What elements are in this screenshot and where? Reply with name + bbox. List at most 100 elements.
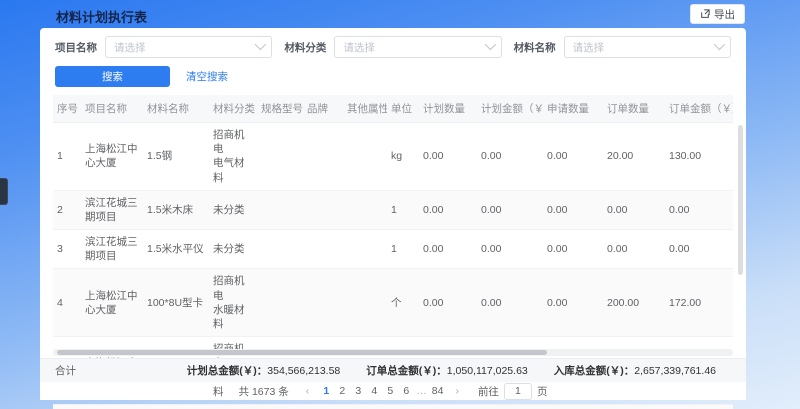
table-cell: kg — [387, 123, 419, 191]
table-cell: 0.00 — [419, 123, 477, 191]
table-cell: 0.00 — [477, 190, 543, 229]
page-button-2[interactable]: 2 — [334, 385, 350, 397]
table-cell: 未分类 — [209, 190, 257, 229]
next-page-button[interactable]: › — [450, 385, 464, 397]
column-header: 材料名称 — [143, 95, 209, 123]
export-button[interactable]: 导出 — [690, 4, 745, 24]
chevron-down-icon — [484, 38, 495, 49]
filter-select-1[interactable]: 请选择 — [334, 36, 501, 58]
table-row[interactable]: 1上海松江中心大厦1.5钢招商机电 电气材料kg0.000.000.0020.0… — [53, 123, 733, 191]
table-cell: 0.00 — [477, 269, 543, 337]
table-cell — [343, 230, 387, 269]
prev-page-button[interactable]: ‹ — [301, 385, 315, 397]
page-title: 材料计划执行表 — [56, 7, 147, 26]
sidebar-collapsed-handle[interactable] — [0, 178, 8, 205]
table-cell: 未分类 — [209, 230, 257, 269]
summary-row: 合计 计划总金额(￥)：354,566,213.58 订单总金额(￥)：1,050… — [40, 358, 746, 382]
filter-group-2: 材料名称 请选择 — [514, 36, 731, 58]
column-header: 序号 — [53, 95, 81, 123]
table-cell: 0.00 — [543, 230, 603, 269]
goto-suffix: 页 — [537, 384, 548, 399]
summary-item: 订单总金额(￥)：1,050,117,025.63 — [366, 363, 527, 378]
table-cell: 1 — [53, 123, 81, 191]
table-row[interactable]: 3滨江花城三期项目1.5米水平仪未分类10.000.000.000.000.00 — [53, 230, 733, 269]
export-button-label: 导出 — [714, 7, 735, 22]
table-cell — [343, 123, 387, 191]
table-row[interactable]: 6太空电梯-月球项目111网线11110.000.0022.0022.00118… — [53, 404, 733, 409]
table-cell — [257, 123, 303, 191]
vertical-scrollbar[interactable] — [738, 125, 743, 275]
export-icon — [700, 9, 710, 19]
column-header: 项目名称 — [81, 95, 143, 123]
table-cell: 0.00 — [665, 190, 733, 229]
filter-label: 项目名称 — [55, 40, 97, 55]
table-cell: 0.00 — [665, 230, 733, 269]
table-cell: 172.00 — [665, 269, 733, 337]
table-cell: 4 — [53, 269, 81, 337]
table-cell — [257, 269, 303, 337]
filter-label: 材料名称 — [514, 40, 556, 55]
summary-item-value: 1,050,117,025.63 — [447, 365, 528, 377]
select-placeholder: 请选择 — [573, 40, 605, 55]
table-cell: 网线 — [209, 404, 257, 409]
column-header: 计划金额（￥） — [477, 95, 543, 123]
summary-item: 计划总金额(￥)：354,566,213.58 — [187, 363, 341, 378]
table-cell: 1188.00 — [665, 404, 733, 409]
page-button-1[interactable]: 1 — [318, 385, 334, 397]
page-button-4[interactable]: 4 — [366, 385, 382, 397]
goto-page-input[interactable] — [504, 383, 532, 400]
table-cell: 0.00 — [419, 190, 477, 229]
table-cell: 上海松江中心大厦 — [81, 123, 143, 191]
column-header: 申请数量 — [543, 95, 603, 123]
table-cell: 22.00 — [603, 404, 665, 409]
filter-select-0[interactable]: 请选择 — [105, 36, 272, 58]
horizontal-scrollbar-track[interactable] — [53, 349, 733, 356]
filter-label: 材料分类 — [284, 40, 326, 55]
table-cell: 0.00 — [419, 230, 477, 269]
page-buttons: 123456…84 — [318, 385, 446, 397]
filter-select-2[interactable]: 请选择 — [564, 36, 731, 58]
table-cell — [303, 190, 343, 229]
table-header-row: 序号项目名称材料名称材料分类规格型号品牌其他属性单位计划数量计划金额（￥）申请数… — [53, 95, 733, 123]
page-ellipsis[interactable]: … — [414, 385, 429, 397]
table-cell: 太空电梯-月球项目 — [81, 404, 143, 409]
filter-group-0: 项目名称请选择 — [55, 36, 272, 58]
summary-label: 合计 — [55, 363, 76, 378]
table-row[interactable]: 2滨江花城三期项目1.5米木床未分类10.000.000.000.000.00 — [53, 190, 733, 229]
table-cell: 招商机电 水暖材料 — [209, 269, 257, 337]
column-header: 品牌 — [303, 95, 343, 123]
horizontal-scrollbar-thumb[interactable] — [57, 350, 547, 355]
table-cell — [257, 190, 303, 229]
table-row[interactable]: 4上海松江中心大厦100*8U型卡招商机电 水暖材料个0.000.000.002… — [53, 269, 733, 337]
page-button-5[interactable]: 5 — [382, 385, 398, 397]
table-cell: 1.5米水平仪 — [143, 230, 209, 269]
goto-label: 前往 — [478, 384, 499, 399]
table-cell: 上海松江中心大厦 — [81, 269, 143, 337]
summary-item-label: 订单总金额(￥)： — [366, 365, 447, 377]
filter-group-1: 材料分类请选择 — [284, 36, 501, 58]
clear-search-link[interactable]: 清空搜索 — [186, 69, 228, 84]
table-cell: 0.00 — [543, 190, 603, 229]
summary-item-value: 2,657,339,761.46 — [634, 365, 716, 377]
table-cell — [303, 269, 343, 337]
column-header: 规格型号 — [257, 95, 303, 123]
summary-item-label: 计划总金额(￥)： — [187, 365, 268, 377]
table-cell: 11 — [387, 404, 419, 409]
table-cell: 100*8U型卡 — [143, 269, 209, 337]
table-cell — [257, 230, 303, 269]
search-button[interactable]: 搜索 — [55, 66, 170, 87]
page-button-3[interactable]: 3 — [350, 385, 366, 397]
table-cell: 招商机电 电气材料 — [209, 123, 257, 191]
table-cell — [303, 230, 343, 269]
pagination: 共 1673 条 ‹ 123456…84 › 前往 页 — [40, 382, 746, 400]
table-cell: 1 — [387, 190, 419, 229]
filter-bar: 项目名称请选择材料分类请选择材料名称请选择 — [40, 28, 746, 64]
page-button-6[interactable]: 6 — [398, 385, 414, 397]
page-button-84[interactable]: 84 — [429, 385, 447, 397]
table-cell: 200.00 — [603, 269, 665, 337]
column-header: 其他属性 — [343, 95, 387, 123]
table-cell: 111 — [143, 404, 209, 409]
table-cell: 11 — [257, 404, 303, 409]
table-cell: 1.5米木床 — [143, 190, 209, 229]
table-cell: 个 — [387, 269, 419, 337]
